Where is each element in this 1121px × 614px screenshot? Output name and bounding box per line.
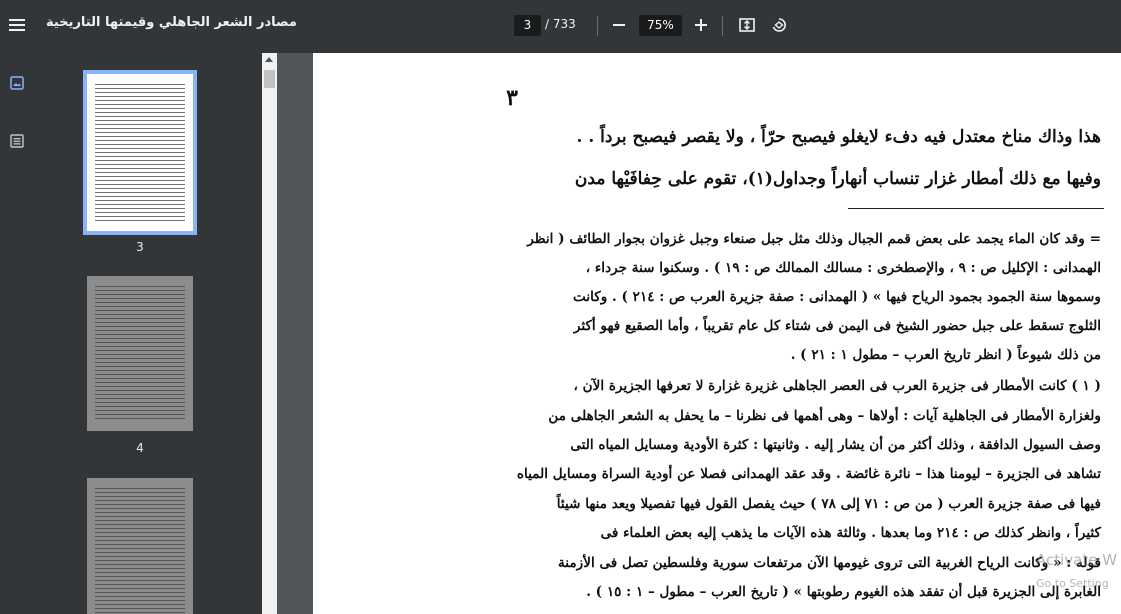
current-page-input[interactable]: 3	[514, 15, 541, 36]
activation-watermark-subtext: Go to Setting	[1036, 577, 1109, 590]
footnote-line: وسموها سنة الجمود بجمود الرياح فيها » ( …	[572, 289, 1101, 305]
thumbnail-panel: 3 4	[36, 53, 262, 614]
footnote-line: وصف السيول الدافقة ، وذلك أكثر من أن يشا…	[570, 437, 1101, 453]
body-line: وفيها مع ذلك أمطار غزار تنساب أنهاراً وج…	[574, 169, 1101, 189]
page-thumbnail-5[interactable]	[87, 478, 193, 614]
footnote-rule	[848, 208, 1104, 209]
page-number: ٣	[506, 85, 518, 111]
thumbnails-icon[interactable]	[7, 73, 27, 93]
footnote-line: قوله : « وكانت الرياح الغربية التى تروى …	[557, 555, 1101, 571]
thumbnail-text-lines	[95, 286, 185, 421]
plus-icon[interactable]	[690, 14, 712, 36]
footnote-line: الثلوج تسقط على جبل حضور الشيخ فى اليمن …	[573, 318, 1101, 334]
document-title: مصادر الشعر الجاهلي وقيمتها التاريخية	[46, 15, 297, 30]
side-rail	[0, 53, 36, 614]
footnote-line: كثيراً ، وانظر كذلك ص : ٢١٤ وما بعدها . …	[600, 525, 1101, 541]
minus-icon[interactable]	[608, 14, 630, 36]
document-viewer[interactable]: ٣ هذا وذاك مناخ معتدل فيه دفء لايغلو فيص…	[277, 53, 1121, 614]
footnote-line: ولغزارة الأمطار فى الجاهلية آيات : أولاه…	[548, 408, 1101, 424]
pdf-page: ٣ هذا وذاك مناخ معتدل فيه دفء لايغلو فيص…	[313, 53, 1121, 614]
total-pages-label: / 733	[545, 17, 576, 31]
thumbnail-scrollbar[interactable]	[262, 53, 277, 614]
footnote-line: ( ١ ) كانت الأمطار فى جزيرة العرب فى الع…	[573, 378, 1101, 394]
document-outline-icon[interactable]	[7, 131, 27, 151]
scrollbar-thumb[interactable]	[264, 70, 275, 88]
top-toolbar: مصادر الشعر الجاهلي وقيمتها التاريخية 3 …	[0, 0, 1121, 53]
footnote-line: من ذلك شيوعاً ( انظر تاريخ العرب – مطول …	[790, 347, 1101, 363]
hamburger-menu-icon[interactable]	[4, 12, 30, 38]
scroll-up-arrow-icon[interactable]	[265, 57, 273, 62]
activation-watermark: Activate W	[1036, 551, 1118, 569]
page-thumbnail-3[interactable]	[83, 70, 197, 235]
thumbnail-text-lines	[95, 488, 185, 614]
body-line: هذا وذاك مناخ معتدل فيه دفء لايغلو فيصبح…	[576, 127, 1101, 147]
footnote-line: فيها فى صفة جزيرة العرب ( من ص : ٧١ إلى …	[556, 496, 1101, 512]
toolbar-divider	[722, 16, 723, 36]
fit-to-page-icon[interactable]	[736, 14, 758, 36]
thumbnail-label: 4	[136, 441, 144, 455]
footnote-line: تشاهد فى الجزيرة – ليومنا هذا – نائرة غا…	[516, 466, 1101, 482]
toolbar-divider	[597, 16, 598, 36]
footnote-line: = وقد كان الماء يجمد على بعض قمم الجبال …	[527, 231, 1101, 247]
footnote-line: الهمدانى : الإكليل ص : ٩ ، والإصطخرى : م…	[585, 260, 1101, 276]
thumbnail-text-lines	[95, 84, 185, 221]
zoom-level-input[interactable]: 75%	[639, 15, 682, 36]
footnote-line: الغابرة إلى الجزيرة قبل أن تفقد هذه الغي…	[586, 584, 1101, 600]
page-thumbnail-4[interactable]	[87, 276, 193, 431]
thumbnail-label: 3	[136, 240, 144, 254]
rotate-icon[interactable]	[768, 14, 790, 36]
